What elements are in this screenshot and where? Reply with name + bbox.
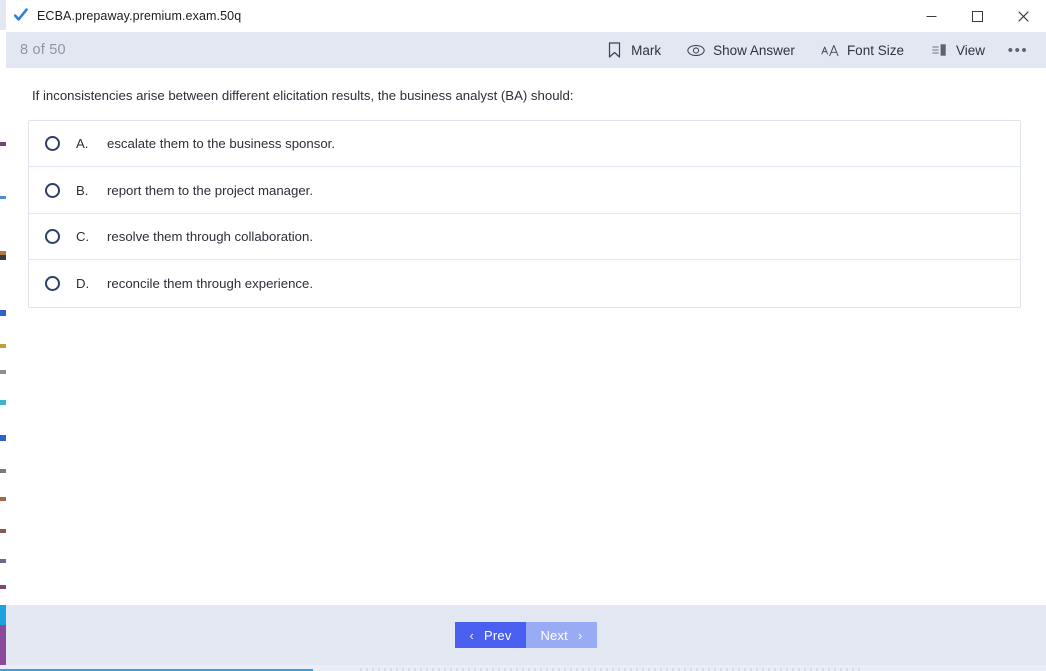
question-counter: 8 of 50	[20, 42, 66, 58]
answer-option-c[interactable]: C. resolve them through collaboration.	[29, 213, 1020, 261]
bookmark-icon	[605, 41, 623, 59]
more-options-button[interactable]: •••	[998, 32, 1038, 68]
next-button-label: Next	[540, 627, 568, 643]
prev-button-label: Prev	[484, 627, 512, 643]
prev-question-button[interactable]: ‹ Prev	[455, 622, 526, 648]
navigation-button-group: ‹ Prev Next ›	[455, 622, 597, 648]
eye-icon	[687, 41, 705, 59]
navigation-footer: ‹ Prev Next ›	[6, 605, 1046, 665]
mark-button[interactable]: Mark	[592, 32, 674, 68]
answer-option-a[interactable]: A. escalate them to the business sponsor…	[29, 120, 1020, 168]
view-button[interactable]: View	[917, 32, 998, 68]
minimize-button[interactable]	[908, 0, 954, 32]
show-answer-label: Show Answer	[713, 42, 795, 58]
toolbar-actions: Mark Show Answer Font Size View •••	[592, 32, 1038, 68]
mark-label: Mark	[631, 42, 662, 58]
next-question-button[interactable]: Next ›	[526, 622, 597, 648]
answer-option-b[interactable]: B. report them to the project manager.	[29, 167, 1020, 214]
question-stem: If inconsistencies arise between differe…	[32, 88, 574, 103]
background-taskbar-sliver	[0, 665, 1046, 671]
question-content: If inconsistencies arise between differe…	[6, 68, 1046, 605]
show-answer-button[interactable]: Show Answer	[674, 32, 808, 68]
option-letter: C.	[76, 229, 90, 245]
exam-toolbar: 8 of 50 Mark Show Answer Font Size View …	[6, 32, 1046, 68]
title-bar: ECBA.prepaway.premium.exam.50q	[6, 0, 1046, 32]
radio-button-b[interactable]	[45, 182, 60, 198]
chevron-right-icon: ›	[578, 627, 583, 643]
answer-option-d[interactable]: D. reconcile them through experience.	[29, 260, 1020, 307]
maximize-button[interactable]	[954, 0, 1000, 32]
window-title: ECBA.prepaway.premium.exam.50q	[37, 9, 242, 23]
close-button[interactable]	[1000, 0, 1046, 32]
font-size-label: Font Size	[846, 42, 904, 58]
option-letter: A.	[76, 136, 89, 152]
option-text: resolve them through collaboration.	[107, 229, 313, 245]
window-controls	[908, 0, 1046, 32]
font-size-button[interactable]: Font Size	[808, 32, 917, 68]
radio-button-c[interactable]	[45, 229, 60, 245]
option-text: report them to the project manager.	[107, 182, 313, 198]
option-text: reconcile them through experience.	[107, 276, 313, 292]
radio-button-d[interactable]	[45, 276, 60, 292]
chevron-left-icon: ‹	[469, 627, 474, 643]
layout-panel-icon	[930, 41, 948, 59]
font-size-aa-icon	[821, 41, 839, 59]
option-letter: D.	[76, 276, 90, 292]
answer-options-list: A. escalate them to the business sponsor…	[28, 119, 1021, 308]
view-label: View	[955, 42, 985, 58]
option-text: escalate them to the business sponsor.	[107, 136, 335, 152]
blue-check-icon	[12, 7, 30, 25]
exam-app-window: ECBA.prepaway.premium.exam.50q 8 of 50 M…	[6, 0, 1046, 665]
option-letter: B.	[76, 182, 89, 198]
radio-button-a[interactable]	[45, 136, 60, 152]
